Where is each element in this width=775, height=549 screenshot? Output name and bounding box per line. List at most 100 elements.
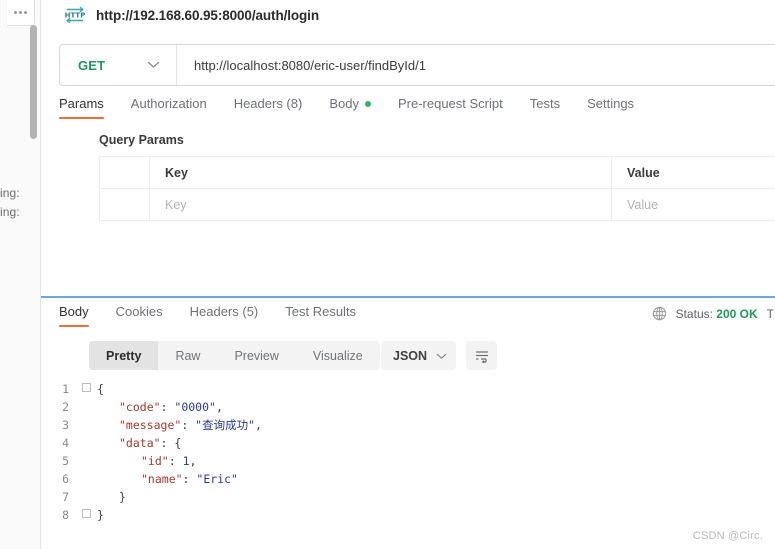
- http-method-label: GET: [78, 57, 106, 73]
- json-token: }: [97, 508, 104, 522]
- json-line-text: "data": {: [93, 434, 181, 452]
- tab-headers-label: Headers (8): [233, 96, 303, 111]
- response-format-selector[interactable]: JSON: [381, 341, 456, 370]
- json-token: 1: [182, 454, 190, 468]
- response-tab-cookies[interactable]: Cookies: [116, 304, 163, 327]
- http-protocol-icon: HTTP: [65, 6, 86, 24]
- document-header: HTTP http://192.168.60.95:8000/auth/logi…: [41, 0, 775, 30]
- view-mode-preview[interactable]: Preview: [217, 341, 295, 370]
- json-token: "id": [141, 454, 169, 468]
- tab-settings-label: Settings: [587, 96, 635, 111]
- view-mode-pretty[interactable]: Pretty: [89, 341, 159, 370]
- http-method-selector[interactable]: GET: [60, 45, 177, 85]
- json-code-lines: 1{2 "code": "0000", 3 "message": "查询成功", 4 "d…: [41, 380, 775, 524]
- line-number: 2: [62, 400, 69, 414]
- line-number: 5: [62, 454, 69, 468]
- response-format-label: JSON: [393, 348, 428, 363]
- json-line-text: {: [93, 380, 104, 398]
- json-token: ,: [189, 454, 197, 468]
- json-token: "data": [119, 436, 161, 450]
- tab-pre-request-script[interactable]: Pre-request Script: [398, 96, 503, 119]
- json-token: {: [97, 382, 104, 396]
- response-tab-test-results-label: Test Results: [285, 304, 357, 319]
- json-line-text: "id": 1,: [93, 452, 196, 470]
- body-modified-dot-icon: [364, 100, 371, 107]
- json-line: 4 "data": {: [41, 434, 775, 452]
- view-mode-visualize[interactable]: Visualize: [296, 341, 380, 370]
- response-meta: Status: 200 OK T: [652, 306, 775, 321]
- json-token: : {: [160, 436, 182, 450]
- response-tab-body[interactable]: Body: [59, 304, 89, 327]
- tab-authorization-label: Authorization: [130, 96, 207, 111]
- response-tab-test-results[interactable]: Test Results: [285, 304, 356, 327]
- json-token: "查询成功": [195, 418, 256, 432]
- pane-resize-divider[interactable]: [41, 296, 775, 298]
- status-label: Status:: [675, 306, 713, 321]
- json-token: "name": [141, 472, 183, 486]
- query-params-table: Key Value Key Value: [99, 156, 775, 221]
- response-body-viewer[interactable]: 1{2 "code": "0000", 3 "message": "查询成功", 4 "d…: [41, 380, 775, 535]
- row-value-input[interactable]: Value: [611, 188, 775, 221]
- fold-gutter[interactable]: [79, 506, 93, 524]
- view-mode-raw[interactable]: Raw: [158, 341, 217, 370]
- row-key-input[interactable]: Key: [149, 188, 612, 221]
- response-tab-cookies-label: Cookies: [115, 304, 163, 319]
- json-token: "0000": [174, 400, 216, 414]
- json-line: 5 "id": 1,: [41, 452, 775, 470]
- table-header-row: Key Value: [99, 156, 775, 189]
- json-token: :: [160, 400, 175, 414]
- json-token: "Eric": [196, 472, 238, 486]
- json-line: 1{: [41, 380, 775, 398]
- sidebar-text-fragment-2: ing:: [0, 205, 20, 219]
- watermark: CSDN @Circ.: [692, 530, 763, 542]
- line-number: 3: [62, 418, 69, 432]
- json-line: 8}: [41, 506, 775, 524]
- word-wrap-icon: [475, 350, 488, 363]
- response-tab-headers[interactable]: Headers (5): [190, 304, 259, 327]
- column-header-key: Key: [149, 156, 612, 189]
- line-number: 4: [62, 436, 69, 450]
- tab-authorization[interactable]: Authorization: [131, 96, 207, 119]
- json-line: 6 "name": "Eric": [41, 470, 775, 488]
- json-token: :: [182, 472, 197, 486]
- tab-params[interactable]: Params: [59, 96, 104, 119]
- response-view-modes: Pretty Raw Preview Visualize: [89, 341, 380, 370]
- sidebar-scrollbar-thumb[interactable]: [30, 25, 37, 139]
- tab-params-label: Params: [59, 96, 104, 111]
- tab-body[interactable]: Body: [329, 96, 371, 119]
- chevron-down-icon[interactable]: [147, 61, 160, 69]
- line-number: 6: [62, 472, 69, 486]
- json-token: ,: [255, 418, 262, 432]
- fold-gutter[interactable]: [79, 380, 93, 398]
- word-wrap-toggle-button[interactable]: [466, 341, 497, 370]
- table-row: Key Value: [99, 188, 775, 221]
- json-line-text: }: [93, 488, 126, 506]
- fold-bracket-icon[interactable]: [81, 509, 91, 518]
- tab-headers[interactable]: Headers (8): [234, 96, 303, 119]
- response-tab-body-label: Body: [59, 304, 89, 319]
- tab-tests-label: Tests: [529, 96, 561, 111]
- request-tabs: Params Authorization Headers (8) Body Pr…: [59, 96, 775, 124]
- postman-window: ing: ing: HTTP http://192.168.60.95:8000…: [0, 0, 775, 549]
- svg-text:HTTP: HTTP: [65, 12, 86, 20]
- row-checkbox-cell[interactable]: [99, 188, 150, 221]
- page-title: http://192.168.60.95:8000/auth/login: [96, 7, 319, 23]
- request-url-input[interactable]: http://localhost:8080/eric-user/findById…: [177, 45, 775, 85]
- tab-tests[interactable]: Tests: [530, 96, 560, 119]
- status-truncated-text: T: [766, 306, 774, 321]
- json-token: "message": [119, 418, 182, 432]
- response-tab-headers-label: Headers (5): [189, 304, 259, 319]
- json-line-text: }: [93, 506, 104, 524]
- chevron-down-icon: [436, 347, 447, 365]
- json-line: 3 "message": "查询成功",: [41, 416, 775, 434]
- json-token: ,: [215, 400, 223, 414]
- fold-bracket-icon[interactable]: [81, 383, 91, 392]
- line-number: 8: [62, 508, 69, 522]
- line-number: 7: [62, 490, 69, 504]
- json-token: :: [181, 418, 196, 432]
- tab-settings[interactable]: Settings: [587, 96, 634, 119]
- globe-icon[interactable]: [652, 306, 667, 321]
- status-value: 200 OK: [716, 306, 758, 321]
- query-params-heading: Query Params: [99, 133, 184, 147]
- column-header-value: Value: [611, 156, 775, 189]
